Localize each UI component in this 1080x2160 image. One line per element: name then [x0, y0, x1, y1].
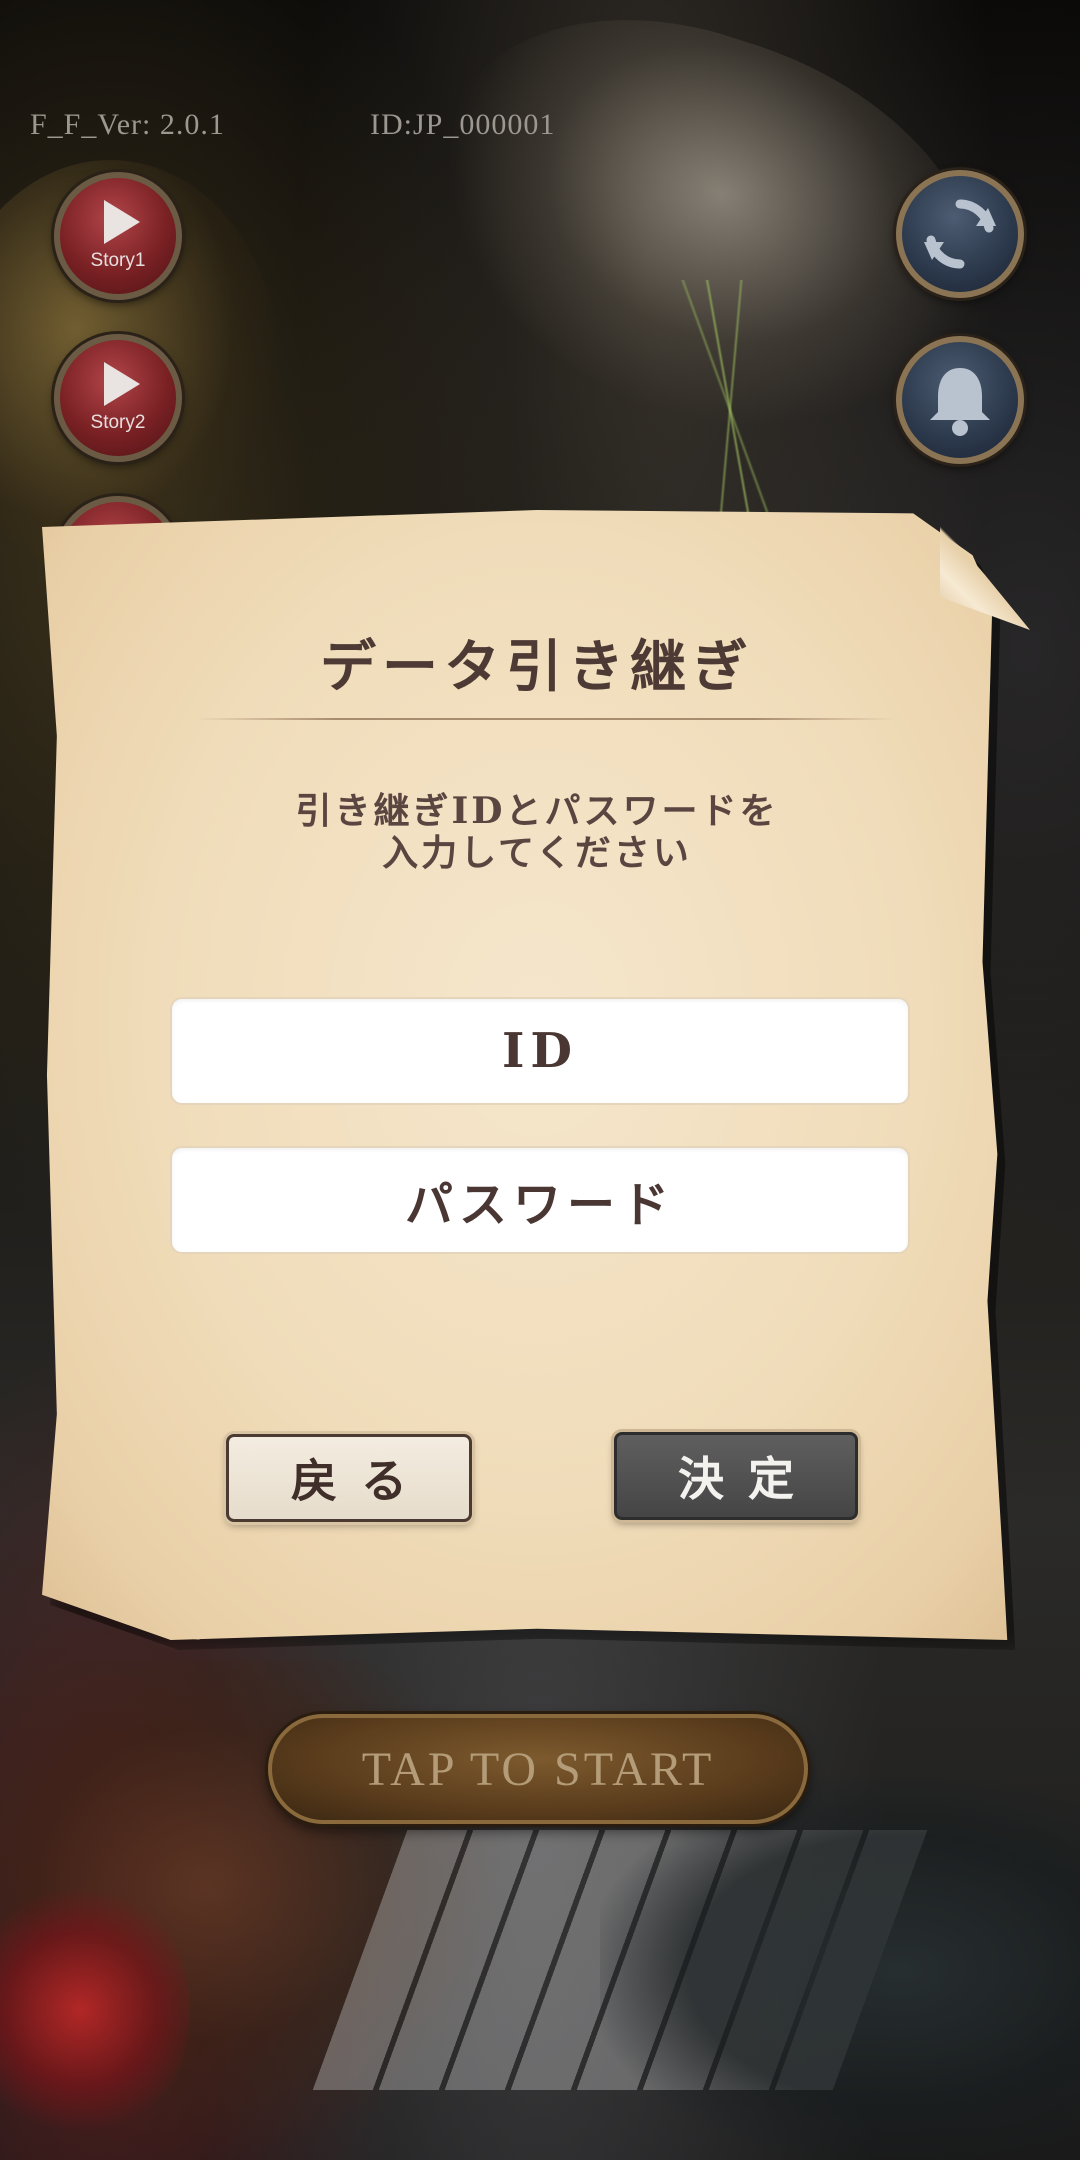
- password-input[interactable]: パスワード: [170, 1146, 910, 1254]
- play-icon: [104, 200, 140, 244]
- story2-label: Story2: [90, 412, 146, 433]
- story1-button[interactable]: Story1: [54, 172, 182, 300]
- title-divider: [195, 718, 895, 720]
- dark-leaves-background: [600, 1780, 1080, 2160]
- tap-to-start-button[interactable]: TAP TO START: [268, 1714, 808, 1824]
- dialog-title: データ引き継ぎ: [320, 634, 754, 700]
- version-label: F_F_Ver: 2.0.1: [30, 108, 225, 141]
- bell-icon: [930, 368, 990, 436]
- game-screen: F_F_Ver: 2.0.1 ID:JP_000001 Story1 Story…: [0, 0, 1080, 2160]
- refresh-button[interactable]: [896, 170, 1024, 298]
- refresh-icon: [924, 199, 996, 269]
- user-id-label: ID:JP_000001: [370, 108, 556, 141]
- play-icon: [104, 362, 140, 406]
- transfer-id-input[interactable]: ID: [170, 997, 910, 1105]
- story2-button[interactable]: Story2: [54, 334, 182, 462]
- instruction-line-2: 入力してください: [382, 832, 692, 874]
- back-button[interactable]: 戻る: [226, 1434, 472, 1522]
- notification-button[interactable]: [896, 336, 1024, 464]
- story1-label: Story1: [90, 250, 146, 271]
- confirm-button[interactable]: 決定: [614, 1432, 858, 1520]
